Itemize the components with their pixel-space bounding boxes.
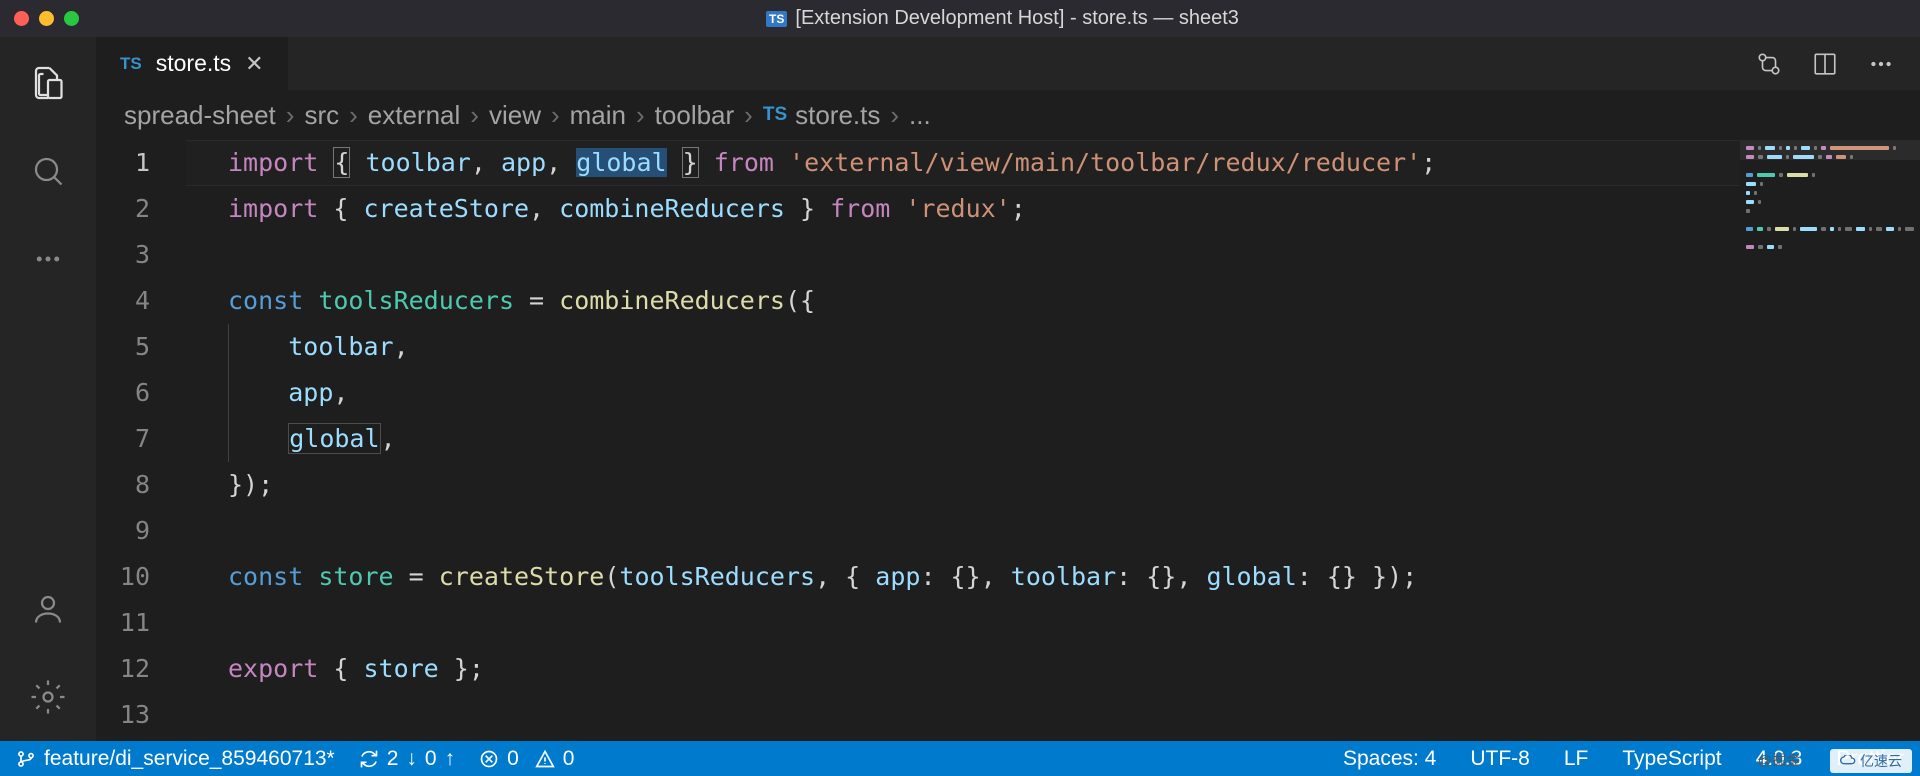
minimize-window-icon[interactable] (39, 11, 54, 26)
breadcrumb-segment[interactable]: src (304, 100, 339, 131)
code-line[interactable]: const toolsReducers = combineReducers({ (186, 278, 1740, 324)
breadcrumb-segment[interactable]: toolbar (655, 100, 735, 131)
chevron-right-icon: › (470, 100, 479, 131)
more-actions-icon[interactable] (1868, 51, 1894, 77)
code-line[interactable] (186, 508, 1740, 554)
formatter-item[interactable]: Prettier (1836, 747, 1904, 771)
text-editor[interactable]: 12345678910111213 import { toolbar, app,… (96, 140, 1920, 741)
line-number: 8 (96, 462, 150, 508)
eol-item[interactable]: LF (1564, 747, 1589, 771)
code-line[interactable] (186, 232, 1740, 278)
error-count: 0 (507, 747, 519, 771)
window-title: TS [Extension Development Host] - store.… (99, 7, 1906, 30)
tab-store-ts[interactable]: TS store.ts ✕ (96, 37, 288, 90)
status-bar: feature/di_service_859460713* 2 ↓ 0 ↑ 0 0 … (0, 741, 1920, 776)
encoding-item[interactable]: UTF-8 (1470, 747, 1530, 771)
split-editor-icon[interactable] (1812, 51, 1838, 77)
code-content[interactable]: import { toolbar, app, global } from 'ex… (186, 140, 1740, 741)
line-number: 3 (96, 232, 150, 278)
tab-actions (1756, 51, 1920, 77)
code-line[interactable]: }); (186, 462, 1740, 508)
chevron-right-icon: › (890, 100, 899, 131)
code-line[interactable]: export { store }; (186, 646, 1740, 692)
chevron-right-icon: › (349, 100, 358, 131)
code-line[interactable]: import { toolbar, app, global } from 'ex… (186, 140, 1740, 186)
line-number-gutter: 12345678910111213 (96, 140, 186, 741)
line-number: 13 (96, 692, 150, 738)
line-number: 7 (96, 416, 150, 462)
line-number: 12 (96, 646, 150, 692)
code-line[interactable]: const store = createStore(toolsReducers,… (186, 554, 1740, 600)
git-branch-item[interactable]: feature/di_service_859460713* (16, 747, 335, 771)
line-number: 4 (96, 278, 150, 324)
chevron-right-icon: › (744, 100, 753, 131)
more-icon[interactable] (24, 235, 72, 283)
breadcrumb-segment[interactable]: view (489, 100, 541, 131)
window-controls (14, 11, 79, 26)
sync-item[interactable]: 2 ↓ 0 ↑ (359, 747, 455, 771)
line-number: 1 (96, 140, 150, 186)
branch-name: feature/di_service_859460713* (44, 747, 335, 771)
titlebar: TS [Extension Development Host] - store.… (0, 0, 1920, 37)
breadcrumb-segment[interactable]: external (368, 100, 461, 131)
line-number: 6 (96, 370, 150, 416)
account-icon[interactable] (24, 585, 72, 633)
explorer-icon[interactable] (24, 59, 72, 107)
chevron-right-icon: › (636, 100, 645, 131)
typescript-file-icon: TS (763, 104, 787, 126)
breadcrumb-tail[interactable]: ... (909, 100, 931, 131)
arrow-down-icon: ↓ (406, 747, 417, 771)
code-line[interactable] (186, 600, 1740, 646)
sync-up: 0 (425, 747, 437, 771)
arrow-up-icon: ↑ (445, 747, 456, 771)
maximize-window-icon[interactable] (64, 11, 79, 26)
breadcrumb[interactable]: spread-sheet › src › external › view › main › tool… (96, 90, 1920, 140)
file-type-badge: TS (766, 11, 787, 27)
typescript-file-icon: TS (120, 54, 142, 74)
line-number: 2 (96, 186, 150, 232)
ts-version-item[interactable]: 4.0.3 (1756, 747, 1803, 771)
line-number: 9 (96, 508, 150, 554)
errors-warnings-item[interactable]: 0 0 (479, 747, 574, 771)
code-line[interactable]: app, (186, 370, 1740, 416)
code-line[interactable]: toolbar, (186, 324, 1740, 370)
minimap[interactable] (1740, 140, 1920, 741)
window-title-text: [Extension Development Host] - store.ts … (795, 7, 1239, 30)
language-mode-item[interactable]: TypeScript (1622, 747, 1721, 771)
code-line[interactable]: import { createStore, combineReducers } … (186, 186, 1740, 232)
breadcrumb-segment[interactable]: main (570, 100, 626, 131)
settings-gear-icon[interactable] (24, 673, 72, 721)
close-tab-icon[interactable]: ✕ (245, 51, 263, 77)
line-number: 5 (96, 324, 150, 370)
warning-count: 0 (563, 747, 575, 771)
compare-changes-icon[interactable] (1756, 51, 1782, 77)
chevron-right-icon: › (551, 100, 560, 131)
sync-down: 2 (387, 747, 399, 771)
breadcrumb-segment[interactable]: spread-sheet (124, 100, 276, 131)
editor-group: TS store.ts ✕ spread-sheet › src › external ›… (96, 37, 1920, 741)
line-number: 11 (96, 600, 150, 646)
line-number: 10 (96, 554, 150, 600)
search-icon[interactable] (24, 147, 72, 195)
close-window-icon[interactable] (14, 11, 29, 26)
tab-bar: TS store.ts ✕ (96, 37, 1920, 90)
code-line[interactable] (186, 692, 1740, 738)
indentation-item[interactable]: Spaces: 4 (1343, 747, 1436, 771)
chevron-right-icon: › (286, 100, 295, 131)
activity-bar (0, 37, 96, 741)
code-line[interactable]: global, (186, 416, 1740, 462)
tab-label: store.ts (156, 50, 231, 77)
breadcrumb-file[interactable]: TSstore.ts (763, 100, 881, 131)
